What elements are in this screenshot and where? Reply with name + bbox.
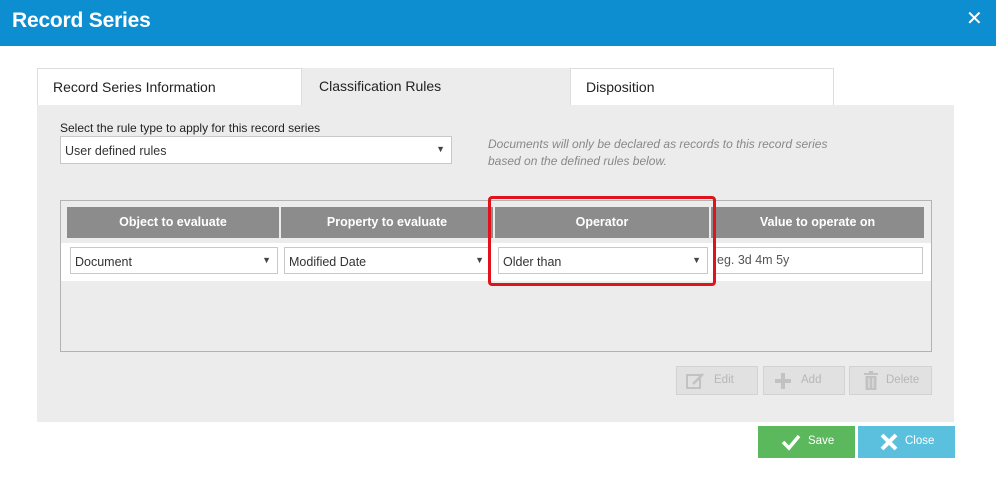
delete-button[interactable]: Delete	[849, 366, 932, 395]
checkmark-icon	[781, 434, 801, 451]
chevron-down-icon: ▼	[475, 255, 484, 265]
table-row: Document ▼ Modified Date ▼ Older than ▼ …	[61, 243, 931, 281]
property-value: Modified Date	[289, 255, 367, 269]
save-label: Save	[808, 435, 835, 447]
tab-label: Record Series Information	[53, 79, 216, 95]
dialog-titlebar: Record Series ✕	[0, 0, 996, 46]
edit-label: Edit	[714, 374, 734, 386]
edit-button[interactable]: Edit	[676, 366, 758, 395]
chevron-down-icon: ▼	[692, 255, 701, 265]
header-value: Value to operate on	[711, 207, 924, 238]
tab-classification-rules[interactable]: Classification Rules	[302, 68, 570, 105]
save-button[interactable]: Save	[758, 426, 855, 458]
chevron-down-icon: ▼	[436, 144, 445, 154]
chevron-down-icon: ▼	[262, 255, 271, 265]
close-label: Close	[905, 435, 935, 447]
operator-select[interactable]: Older than ▼	[498, 247, 708, 274]
value-placeholder: eg. 3d 4m 5y	[717, 253, 790, 267]
property-select[interactable]: Modified Date ▼	[284, 247, 491, 274]
rule-type-value: User defined rules	[65, 144, 167, 158]
rules-hint: Documents will only be declared as recor…	[488, 137, 828, 168]
tab-label: Disposition	[586, 79, 655, 95]
delete-label: Delete	[886, 374, 920, 386]
rule-type-label: Select the rule type to apply for this r…	[60, 121, 321, 135]
tab-label: Classification Rules	[319, 78, 442, 94]
add-label: Add	[801, 374, 822, 386]
value-input[interactable]: eg. 3d 4m 5y	[713, 247, 923, 274]
operator-value: Older than	[503, 255, 562, 269]
object-value: Document	[75, 255, 132, 269]
header-operator: Operator	[495, 207, 709, 238]
header-object: Object to evaluate	[67, 207, 279, 238]
rules-table-header: Object to evaluate Property to evaluate …	[67, 207, 924, 238]
tab-record-series-information[interactable]: Record Series Information	[37, 68, 302, 105]
rule-type-select[interactable]: User defined rules ▼	[60, 136, 452, 164]
tab-disposition[interactable]: Disposition	[570, 68, 834, 105]
header-property: Property to evaluate	[281, 207, 493, 238]
classification-rules-panel: Select the rule type to apply for this r…	[37, 105, 954, 422]
plus-icon	[775, 373, 791, 389]
edit-icon	[686, 373, 704, 389]
close-button[interactable]: Close	[858, 426, 955, 458]
close-icon[interactable]: ✕	[966, 9, 983, 29]
add-button[interactable]: Add	[763, 366, 845, 395]
close-icon	[880, 433, 898, 451]
rules-table: Object to evaluate Property to evaluate …	[60, 200, 932, 352]
trash-icon	[864, 371, 878, 390]
object-select[interactable]: Document ▼	[70, 247, 278, 274]
dialog-title: Record Series	[12, 9, 151, 32]
